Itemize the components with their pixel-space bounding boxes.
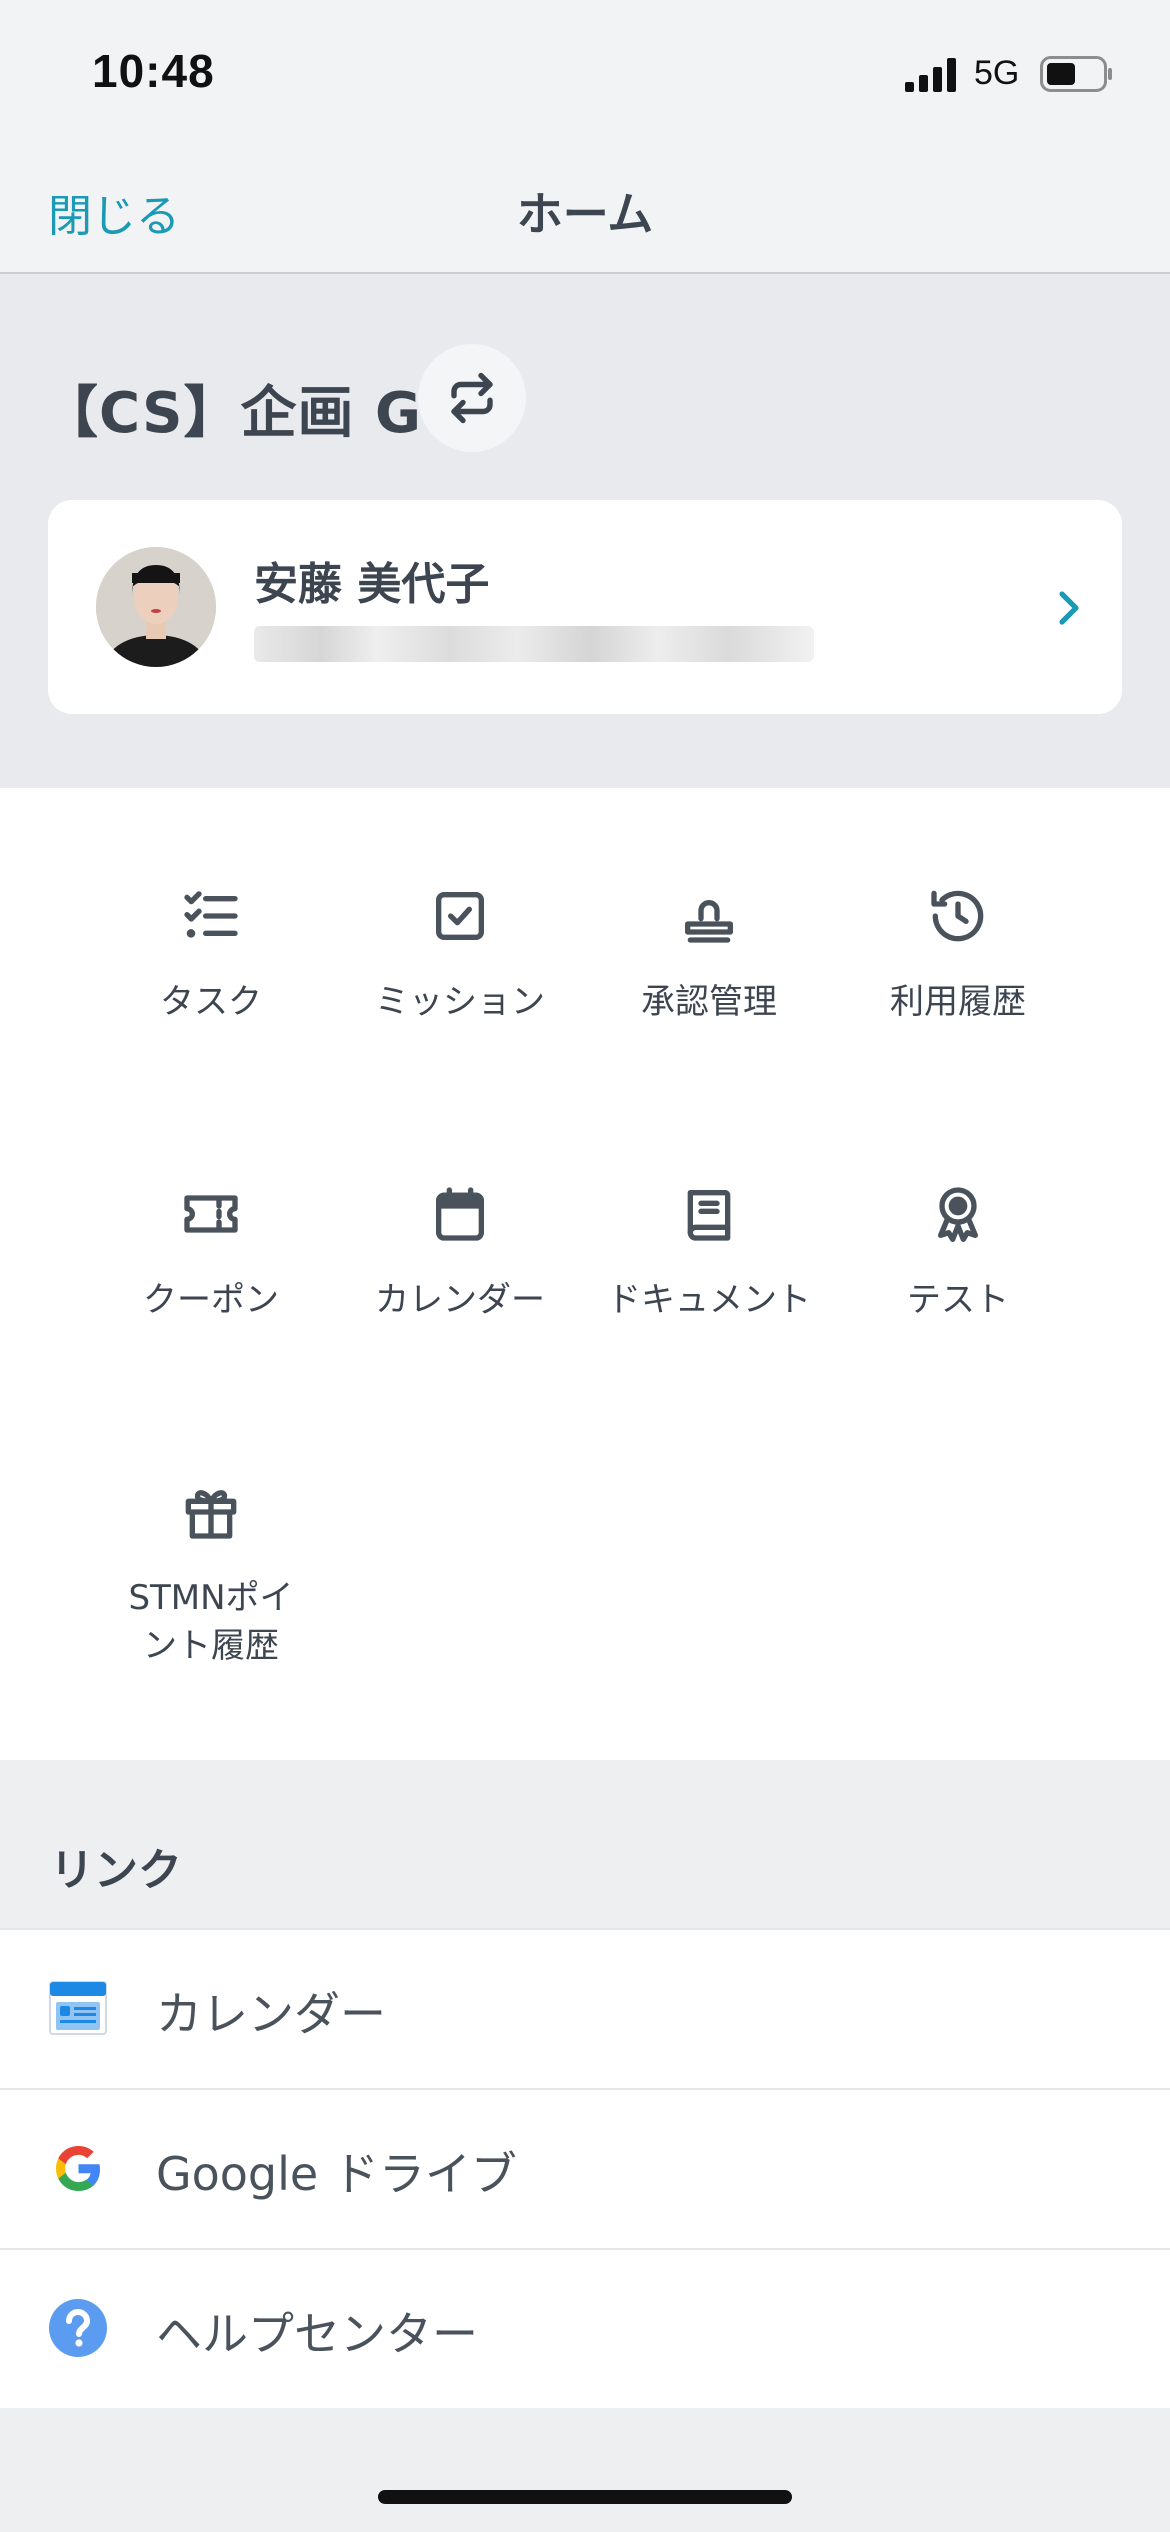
calendar-app-icon [49,1981,107,2035]
link-help-center[interactable]: ヘルプセンター [0,2248,1170,2408]
gift-icon [185,1490,237,1539]
menu-item-document[interactable]: ドキュメント [584,1182,834,1324]
link-google-drive[interactable]: Google ドライブ [0,2088,1170,2248]
google-icon [56,2146,100,2191]
link-calendar[interactable]: カレンダー [0,1928,1170,2088]
menu-item-test[interactable]: テスト [833,1182,1083,1324]
history-icon [931,890,984,942]
menu-item-coupon[interactable]: クーポン [86,1182,336,1324]
link-label: カレンダー [156,1987,386,2041]
stamp-icon [685,900,733,943]
menu-item-history[interactable]: 利用履歴 [833,884,1083,1026]
close-button[interactable]: 閉じる [48,180,180,244]
menu-item-label: 利用履歴 [890,982,1026,1022]
status-bar: 10:48 5G [0,0,1170,140]
home-screen: 10:48 5G ホーム 閉じる 【CS】企画 G 安藤 美代子 タスク ミッシ… [0,0,1170,2532]
ticket-icon [184,1195,238,1233]
menu-item-calendar[interactable]: カレンダー [335,1182,585,1324]
award-icon [938,1187,978,1242]
repeat-arrows-icon [451,372,493,424]
checklist-icon [184,891,238,938]
links-section-header: リンク [0,1760,1170,1930]
switch-group-button[interactable] [418,344,526,452]
menu-item-label: テスト [907,1280,1009,1320]
profile-card[interactable]: 安藤 美代子 [48,500,1122,714]
menu-grid: タスク ミッション 承認管理 利用履歴 クーポン カレンダー ドキュメント テス… [0,788,1170,1760]
menu-item-stmn-points[interactable]: STMNポイ ント履歴 [86,1480,336,1670]
checkbox-icon [436,892,484,940]
menu-item-label: ドキュメント [607,1280,811,1320]
signal-icon [905,58,956,92]
chevron-right-icon [1059,591,1079,625]
header-section: 【CS】企画 G 安藤 美代子 [0,274,1170,788]
menu-item-label: クーポン [143,1280,279,1320]
profile-name: 安藤 美代子 [254,559,490,610]
link-label: Google ドライブ [156,2147,517,2201]
menu-item-label: カレンダー [375,1280,545,1320]
menu-item-label: 承認管理 [641,982,777,1022]
links-title: リンク [50,1845,182,1896]
help-icon [49,2299,107,2357]
avatar [96,547,216,667]
book-icon [687,1190,731,1241]
network-type: 5G [974,54,1020,92]
menu-item-task[interactable]: タスク [86,884,336,1026]
link-label: ヘルプセンター [156,2307,478,2361]
menu-item-label: ミッション [375,982,545,1022]
group-name: 【CS】企画 G [42,381,422,446]
battery-icon [1040,56,1112,92]
menu-item-label: STMNポイ ント履歴 [128,1578,294,1666]
menu-item-mission[interactable]: ミッション [335,884,585,1026]
menu-item-label: タスク [160,982,262,1022]
status-time: 10:48 [92,45,215,97]
navigation-bar: ホーム 閉じる [0,140,1170,274]
profile-email [254,626,814,662]
home-indicator [378,2490,792,2504]
menu-item-approval[interactable]: 承認管理 [584,884,834,1026]
calendar-icon [436,1187,484,1241]
